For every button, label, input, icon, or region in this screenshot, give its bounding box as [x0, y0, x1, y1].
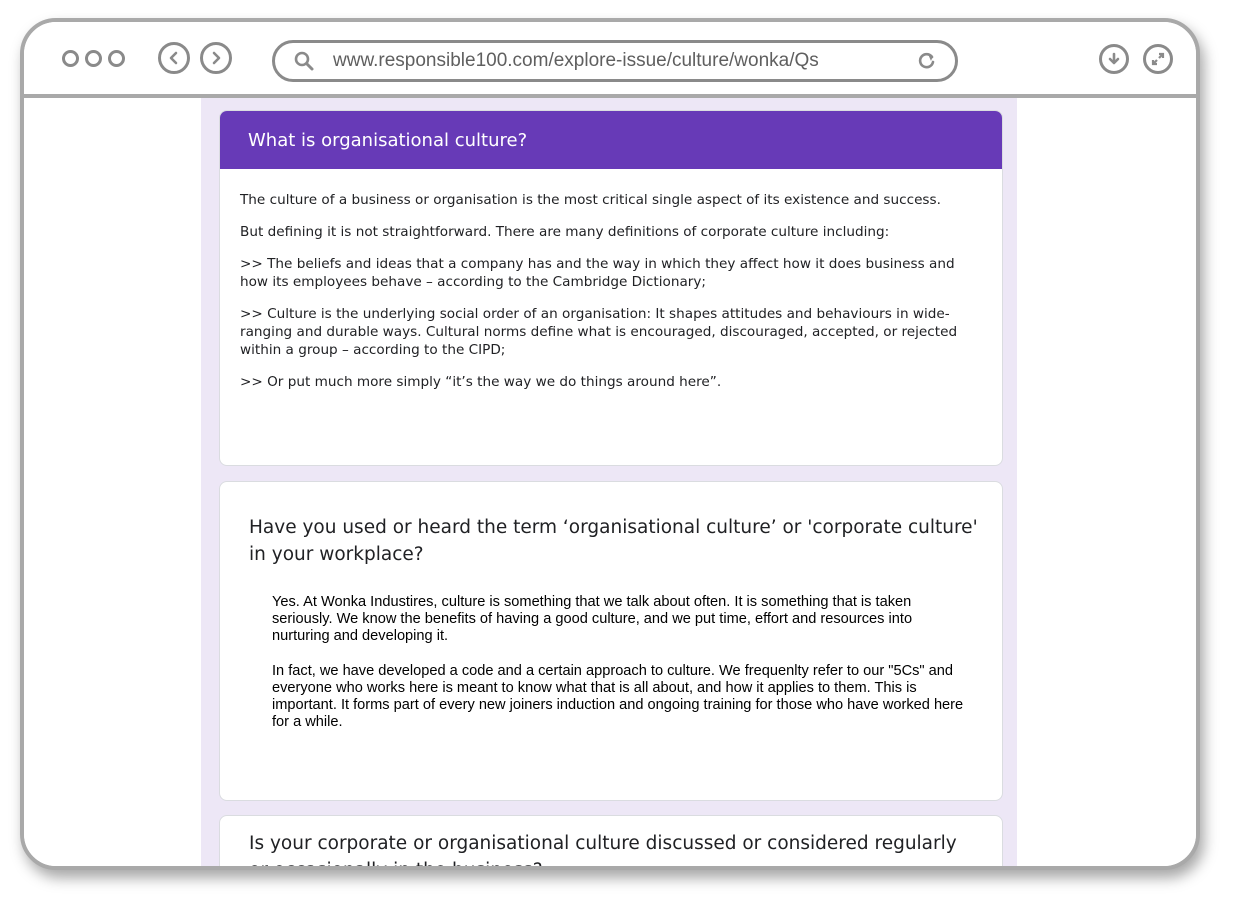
section-paragraph: >> Culture is the underlying social orde… [240, 306, 958, 358]
question-card: Is your corporate or organisational cult… [219, 815, 1003, 866]
section-card: What is organisational culture? The cult… [219, 110, 1003, 466]
section-paragraph: But defining it is not straightforward. … [240, 224, 890, 240]
answer-paragraph: Yes. At Wonka Industires, culture is som… [272, 594, 913, 644]
question-card: Have you used or heard the term ‘organis… [219, 481, 1003, 801]
window-controls [62, 50, 125, 67]
reload-icon[interactable] [917, 51, 937, 71]
question-title: Have you used or heard the term ‘organis… [249, 517, 978, 565]
download-icon [1108, 52, 1120, 65]
download-button[interactable] [1099, 44, 1129, 74]
url-text[interactable]: www.responsible100.com/explore-issue/cul… [333, 50, 917, 72]
address-bar[interactable]: www.responsible100.com/explore-issue/cul… [272, 40, 958, 82]
section-paragraph: >> The beliefs and ideas that a company … [240, 256, 955, 290]
window-control-maximize[interactable] [108, 50, 125, 67]
window-control-minimize[interactable] [85, 50, 102, 67]
page-viewport[interactable]: What is organisational culture? The cult… [24, 98, 1196, 866]
section-paragraph: The culture of a business or organisatio… [240, 192, 941, 208]
question-title: Is your corporate or organisational cult… [249, 833, 957, 866]
fullscreen-button[interactable] [1143, 44, 1173, 74]
browser-toolbar: www.responsible100.com/explore-issue/cul… [24, 22, 1196, 98]
forward-button[interactable] [200, 42, 232, 74]
window-control-close[interactable] [62, 50, 79, 67]
search-icon [294, 51, 314, 71]
browser-window: www.responsible100.com/explore-issue/cul… [20, 18, 1200, 870]
chevron-left-icon [169, 51, 178, 65]
answer-text: Yes. At Wonka Industires, culture is som… [272, 594, 972, 749]
section-paragraph: >> Or put much more simply “it’s the way… [240, 374, 722, 390]
section-description: The culture of a business or organisatio… [220, 169, 1002, 391]
answer-paragraph: In fact, we have developed a code and a … [272, 663, 964, 730]
chevron-right-icon [212, 51, 221, 65]
back-button[interactable] [158, 42, 190, 74]
expand-icon [1151, 52, 1165, 66]
section-title: What is organisational culture? [220, 111, 1002, 169]
